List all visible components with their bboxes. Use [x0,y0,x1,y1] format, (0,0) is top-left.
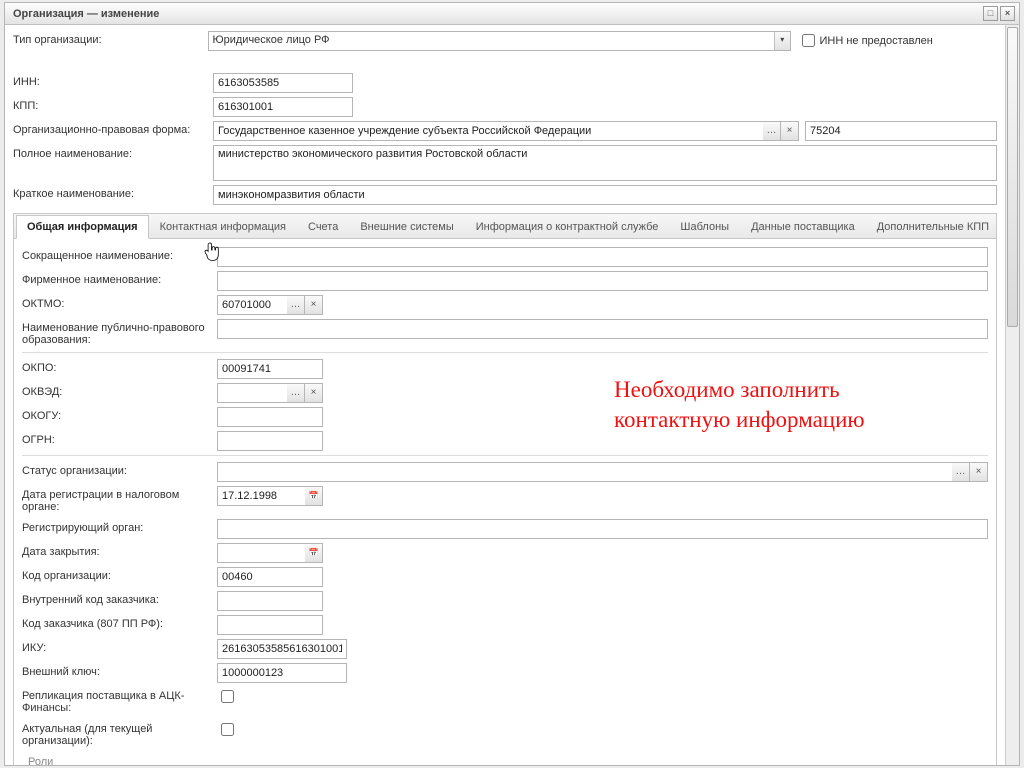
extkey-input[interactable] [217,663,347,683]
oktmo-input[interactable] [217,295,287,315]
window-titlebar: Организация — изменение □ × [5,3,1019,25]
regorg-input[interactable] [217,519,988,539]
divider [22,352,988,353]
opf-input[interactable] [213,121,763,141]
chevron-down-icon[interactable]: ▾ [774,32,790,50]
label-inn: ИНН: [13,73,213,90]
label-internal: Внутренний код заказчика: [22,591,217,608]
restore-button[interactable]: □ [983,6,998,21]
label-actual: Актуальная (для текущей организации): [22,720,217,749]
label-closedate: Дата закрытия: [22,543,217,560]
inn-not-provided-wrap: ИНН не предоставлен [802,31,997,49]
label-okved: ОКВЭД: [22,383,217,400]
divider [22,455,988,456]
tab-general[interactable]: Общая информация [16,215,149,239]
label-iku: ИКУ: [22,639,217,656]
label-regdate: Дата регистрации в налоговом органе: [22,486,217,515]
tab-templates[interactable]: Шаблоны [669,215,740,239]
ogrn-input[interactable] [217,431,323,451]
oktmo-picker [217,295,323,315]
org-type-select[interactable]: Юридическое лицо РФ ▾ [208,31,791,51]
label-ppo: Наименование публично-правового образова… [22,319,217,348]
general-tab-panel: Сокращенное наименование: Фирменное наим… [13,239,997,765]
opf-picker [213,121,799,141]
window-title: Организация — изменение [13,8,159,20]
okved-clear-button[interactable] [305,383,323,403]
orgcode-input[interactable] [217,567,323,587]
inn-input[interactable] [213,73,353,93]
opf-ellipsis-button[interactable] [763,121,781,141]
tab-contract-info[interactable]: Информация о контрактной службе [465,215,670,239]
kpp-input[interactable] [213,97,353,117]
close-button[interactable]: × [1000,6,1015,21]
label-status: Статус организации: [22,462,217,479]
tab-supplier[interactable]: Данные поставщика [740,215,866,239]
regdate-input[interactable] [217,486,305,506]
label-kpp: КПП: [13,97,213,114]
okved-input[interactable] [217,383,287,403]
organization-edit-window: Организация — изменение □ × Тип организа… [4,2,1020,766]
actual-checkbox[interactable] [221,723,234,736]
status-input[interactable] [217,462,952,482]
status-clear-button[interactable] [970,462,988,482]
status-ellipsis-button[interactable] [952,462,970,482]
iku-input[interactable] [217,639,347,659]
label-short-name: Краткое наименование: [13,185,213,202]
vertical-scrollbar[interactable] [1005,25,1019,765]
tab-bar: Общая информация Контактная информация С… [13,213,997,239]
label-opf: Организационно-правовая форма: [13,121,213,138]
opf-clear-button[interactable] [781,121,799,141]
okved-picker [217,383,323,403]
label-oktmo: ОКТМО: [22,295,217,312]
status-picker [217,462,988,482]
oktmo-ellipsis-button[interactable] [287,295,305,315]
internal-input[interactable] [217,591,323,611]
okpo-input[interactable] [217,359,323,379]
abbrev-input[interactable] [217,247,988,267]
regdate-picker [217,486,323,506]
tab-contact[interactable]: Контактная информация [149,215,297,239]
tab-accounts[interactable]: Счета [297,215,349,239]
label-abbrev: Сокращенное наименование: [22,247,217,264]
full-name-input[interactable] [213,145,997,181]
regdate-calendar-button[interactable] [305,486,323,506]
opf-code-input[interactable] [805,121,997,141]
short-name-input[interactable] [213,185,997,205]
okogu-input[interactable] [217,407,323,427]
firm-input[interactable] [217,271,988,291]
inn-not-provided-checkbox[interactable] [802,34,815,47]
label-regorg: Регистрирующий орган: [22,519,217,536]
label-orgcode: Код организации: [22,567,217,584]
closedate-picker [217,543,323,563]
label-org-type: Тип организации: [13,31,208,48]
code-807-input[interactable] [217,615,323,635]
label-okpo: ОКПО: [22,359,217,376]
oktmo-clear-button[interactable] [305,295,323,315]
org-type-value: Юридическое лицо РФ [209,32,774,50]
inn-not-provided-label: ИНН не предоставлен [819,35,932,47]
tab-external[interactable]: Внешние системы [349,215,464,239]
ppo-input[interactable] [217,319,988,339]
closedate-input[interactable] [217,543,305,563]
replic-checkbox[interactable] [221,690,234,703]
label-ogrn: ОГРН: [22,431,217,448]
label-replic: Репликация поставщика в АЦК-Финансы: [22,687,217,716]
label-extkey: Внешний ключ: [22,663,217,680]
label-roles: Роли [22,753,217,765]
label-full-name: Полное наименование: [13,145,213,162]
label-okogu: ОКОГУ: [22,407,217,424]
closedate-calendar-button[interactable] [305,543,323,563]
label-807: Код заказчика (807 ПП РФ): [22,615,217,632]
label-firm: Фирменное наименование: [22,271,217,288]
scrollbar-thumb[interactable] [1007,27,1018,327]
tab-extra-kpp[interactable]: Дополнительные КПП [866,215,1000,239]
okved-ellipsis-button[interactable] [287,383,305,403]
